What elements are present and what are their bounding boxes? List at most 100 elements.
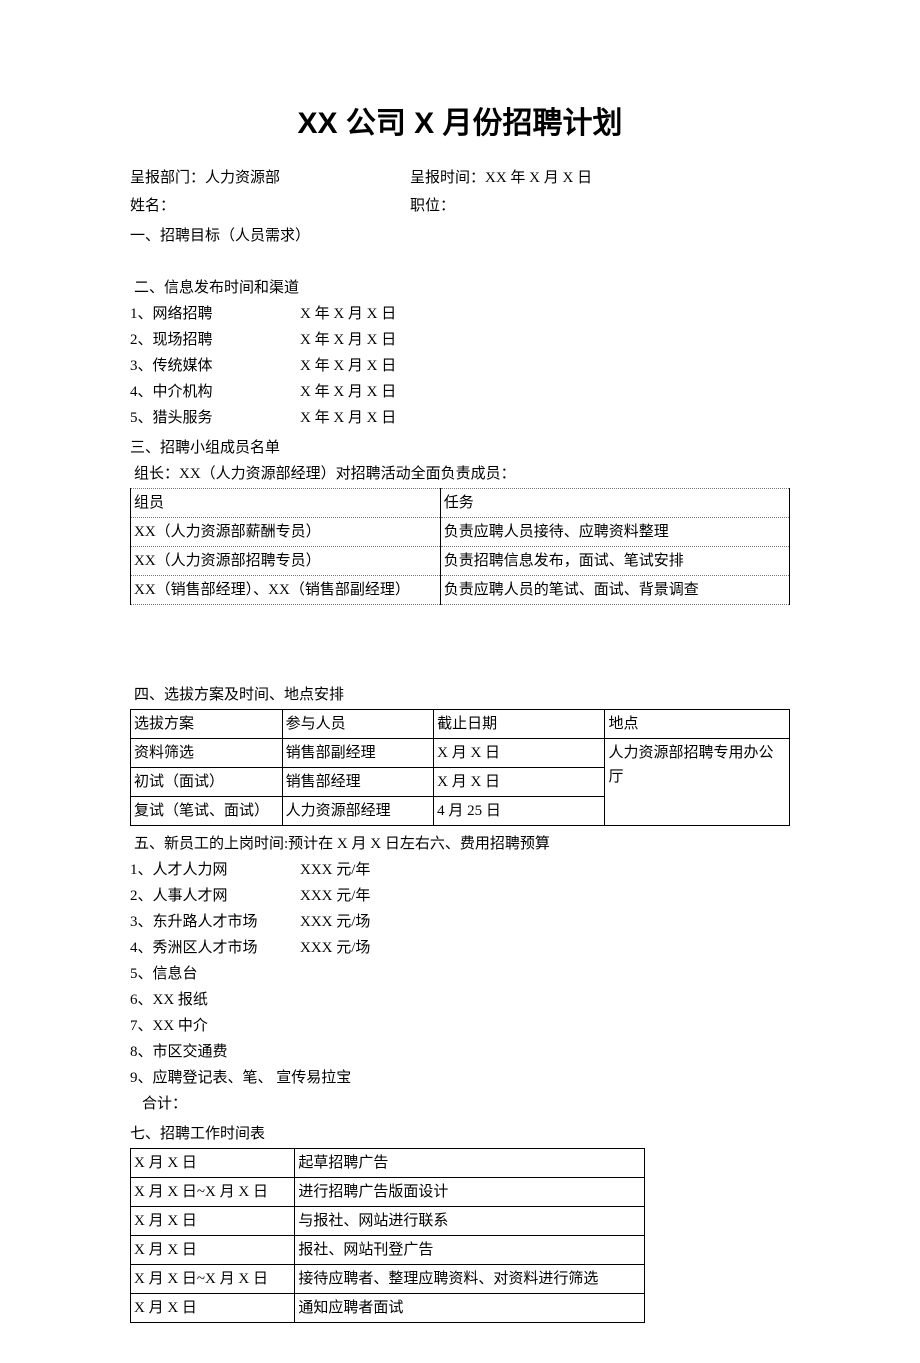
section-3-title: 三、招聘小组成员名单 — [130, 436, 790, 460]
cell-member: XX（人力资源部招聘专员） — [131, 547, 441, 576]
table-row: 资料筛选 销售部副经理 X 月 X 日 人力资源部招聘专用办公厅 — [131, 739, 790, 768]
cell-place: 人力资源部招聘专用办公厅 — [605, 739, 790, 826]
cell-people: 人力资源部经理 — [282, 797, 434, 826]
budget-row: 1、人才人力网 XXX 元/年 — [130, 858, 790, 882]
budget-row: 9、应聘登记表、笔、 宣传易拉宝 — [130, 1066, 790, 1090]
cell-deadline: X 月 X 日 — [434, 739, 605, 768]
table-row: X 月 X 日 通知应聘者面试 — [131, 1294, 645, 1323]
cell-deadline: 4 月 25 日 — [434, 797, 605, 826]
channel-row: 1、网络招聘 X 年 X 月 X 日 — [130, 302, 790, 326]
table-row: 组员 任务 — [131, 489, 790, 518]
budget-amount: XXX 元/场 — [300, 936, 370, 960]
budget-label: 3、东升路人才市场 — [130, 910, 300, 934]
table-row: XX（人力资源部招聘专员） 负责招聘信息发布，面试、笔试安排 — [131, 547, 790, 576]
report-time: 呈报时间：XX 年 X 月 X 日 — [410, 166, 790, 190]
th-member: 组员 — [131, 489, 441, 518]
budget-row: 2、人事人才网 XXX 元/年 — [130, 884, 790, 908]
position-label: 职位： — [410, 194, 790, 218]
channel-label: 4、中介机构 — [130, 380, 300, 404]
budget-label: 2、人事人才网 — [130, 884, 300, 908]
cell-plan: 复试（笔试、面试） — [131, 797, 283, 826]
channel-row: 5、猎头服务 X 年 X 月 X 日 — [130, 406, 790, 430]
channel-row: 4、中介机构 X 年 X 月 X 日 — [130, 380, 790, 404]
section-4: 四、选拔方案及时间、地点安排 选拔方案 参与人员 截止日期 地点 资料筛选 销售… — [130, 683, 790, 826]
channel-label: 5、猎头服务 — [130, 406, 300, 430]
section-7: 七、招聘工作时间表 X 月 X 日 起草招聘广告 X 月 X 日~X 月 X 日… — [130, 1122, 790, 1323]
cell-date: X 月 X 日 — [131, 1149, 295, 1178]
cell-task: 起草招聘广告 — [295, 1149, 644, 1178]
budget-label: 7、XX 中介 — [130, 1014, 300, 1038]
budget-row: 6、XX 报纸 — [130, 988, 790, 1012]
channel-label: 1、网络招聘 — [130, 302, 300, 326]
table-row: X 月 X 日 报社、网站刊登广告 — [131, 1236, 645, 1265]
selection-table: 选拔方案 参与人员 截止日期 地点 资料筛选 销售部副经理 X 月 X 日 人力… — [130, 709, 790, 826]
channel-row: 2、现场招聘 X 年 X 月 X 日 — [130, 328, 790, 352]
cell-date: X 月 X 日 — [131, 1236, 295, 1265]
cell-task: 进行招聘广告版面设计 — [295, 1178, 644, 1207]
cell-task: 负责招聘信息发布，面试、笔试安排 — [440, 547, 789, 576]
cell-date: X 月 X 日 — [131, 1294, 295, 1323]
th-plan: 选拔方案 — [131, 710, 283, 739]
cell-date: X 月 X 日 — [131, 1207, 295, 1236]
section-1: 一、招聘目标（人员需求） — [130, 224, 790, 248]
budget-label: 5、信息台 — [130, 962, 300, 986]
section-2-title: 二、信息发布时间和渠道 — [134, 276, 790, 300]
cell-people: 销售部经理 — [282, 768, 434, 797]
total-label: 合计： — [142, 1092, 790, 1116]
table-row: X 月 X 日~X 月 X 日 进行招聘广告版面设计 — [131, 1178, 645, 1207]
table-row: X 月 X 日 与报社、网站进行联系 — [131, 1207, 645, 1236]
budget-row: 8、市区交通费 — [130, 1040, 790, 1064]
schedule-table: X 月 X 日 起草招聘广告 X 月 X 日~X 月 X 日 进行招聘广告版面设… — [130, 1148, 645, 1323]
cell-people: 销售部副经理 — [282, 739, 434, 768]
budget-label: 6、XX 报纸 — [130, 988, 300, 1012]
team-leader: 组长：XX（人力资源部经理）对招聘活动全面负责成员： — [134, 462, 790, 486]
cell-date: X 月 X 日~X 月 X 日 — [131, 1265, 295, 1294]
cell-task: 与报社、网站进行联系 — [295, 1207, 644, 1236]
section-7-title: 七、招聘工作时间表 — [130, 1122, 790, 1146]
table-row: X 月 X 日 起草招聘广告 — [131, 1149, 645, 1178]
budget-amount: XXX 元/年 — [300, 858, 370, 882]
meta-row-1: 呈报部门：人力资源部 呈报时间：XX 年 X 月 X 日 — [130, 166, 790, 190]
section-1-title: 一、招聘目标（人员需求） — [130, 224, 790, 248]
cell-task: 通知应聘者面试 — [295, 1294, 644, 1323]
cell-task: 报社、网站刊登广告 — [295, 1236, 644, 1265]
th-place: 地点 — [605, 710, 790, 739]
budget-label: 8、市区交通费 — [130, 1040, 300, 1064]
channel-label: 3、传统媒体 — [130, 354, 300, 378]
cell-plan: 资料筛选 — [131, 739, 283, 768]
budget-row: 5、信息台 — [130, 962, 790, 986]
cell-task: 负责应聘人员接待、应聘资料整理 — [440, 518, 789, 547]
channel-date: X 年 X 月 X 日 — [300, 302, 396, 326]
section-2: 二、信息发布时间和渠道 1、网络招聘 X 年 X 月 X 日 2、现场招聘 X … — [130, 276, 790, 430]
channel-date: X 年 X 月 X 日 — [300, 328, 396, 352]
budget-label: 4、秀洲区人才市场 — [130, 936, 300, 960]
channel-date: X 年 X 月 X 日 — [300, 354, 396, 378]
cell-plan: 初试（面试） — [131, 768, 283, 797]
channel-date: X 年 X 月 X 日 — [300, 406, 396, 430]
name-label: 姓名： — [130, 194, 410, 218]
th-people: 参与人员 — [282, 710, 434, 739]
cell-date: X 月 X 日~X 月 X 日 — [131, 1178, 295, 1207]
budget-row: 3、东升路人才市场 XXX 元/场 — [130, 910, 790, 934]
budget-label: 1、人才人力网 — [130, 858, 300, 882]
table-row: XX（人力资源部薪酬专员） 负责应聘人员接待、应聘资料整理 — [131, 518, 790, 547]
cell-member: XX（销售部经理）、XX（销售部副经理） — [131, 576, 441, 605]
table-row: 选拔方案 参与人员 截止日期 地点 — [131, 710, 790, 739]
table-row: XX（销售部经理）、XX（销售部副经理） 负责应聘人员的笔试、面试、背景调查 — [131, 576, 790, 605]
section-4-title: 四、选拔方案及时间、地点安排 — [134, 683, 790, 707]
cell-task: 负责应聘人员的笔试、面试、背景调查 — [440, 576, 789, 605]
channel-row: 3、传统媒体 X 年 X 月 X 日 — [130, 354, 790, 378]
section-5: 五、新员工的上岗时间:预计在 X 月 X 日左右六、费用招聘预算 1、人才人力网… — [130, 832, 790, 1116]
th-deadline: 截止日期 — [434, 710, 605, 739]
budget-row: 7、XX 中介 — [130, 1014, 790, 1038]
cell-task: 接待应聘者、整理应聘资料、对资料进行筛选 — [295, 1265, 644, 1294]
cell-member: XX（人力资源部薪酬专员） — [131, 518, 441, 547]
doc-title: XX 公司 X 月份招聘计划 — [130, 100, 790, 148]
channel-label: 2、现场招聘 — [130, 328, 300, 352]
section-5-title: 五、新员工的上岗时间:预计在 X 月 X 日左右六、费用招聘预算 — [134, 832, 790, 856]
cell-deadline: X 月 X 日 — [434, 768, 605, 797]
budget-label: 9、应聘登记表、笔、 宣传易拉宝 — [130, 1066, 351, 1090]
th-task: 任务 — [440, 489, 789, 518]
meta-row-2: 姓名： 职位： — [130, 194, 790, 218]
channel-date: X 年 X 月 X 日 — [300, 380, 396, 404]
